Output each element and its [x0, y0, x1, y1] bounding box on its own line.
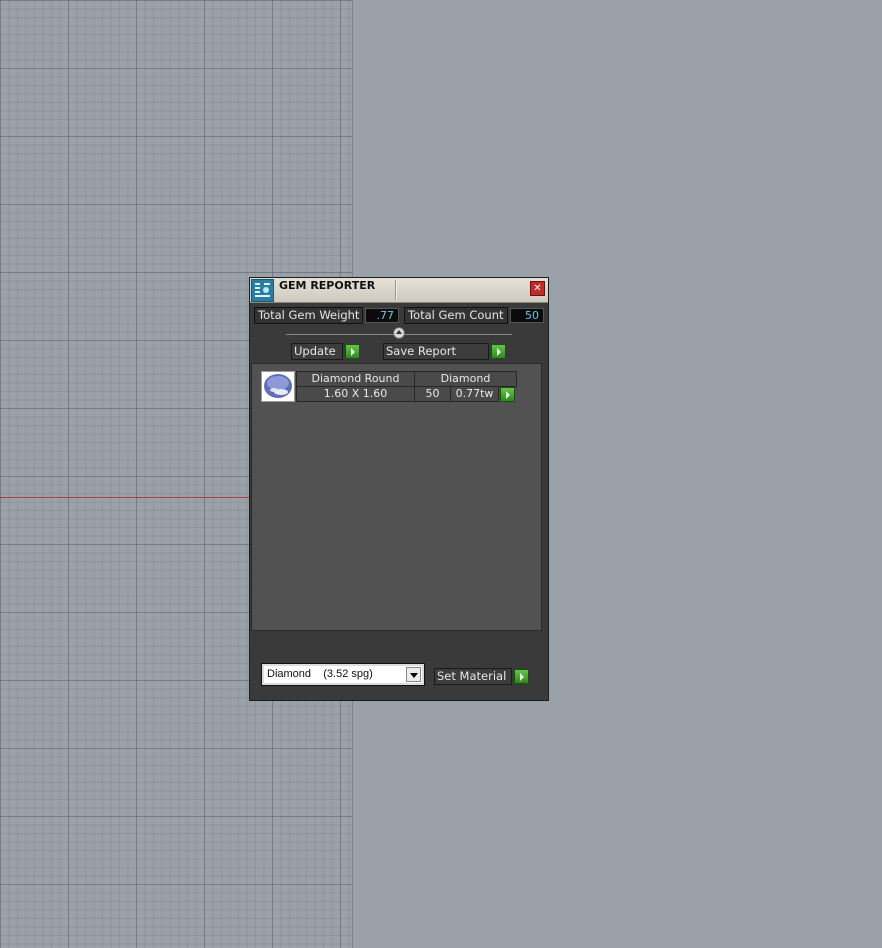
material-select[interactable]: Diamond (3.52 spg): [261, 663, 425, 686]
gem-row-go-icon[interactable]: [500, 387, 515, 402]
close-button[interactable]: ✕: [530, 281, 545, 296]
titlebar-divider: [395, 280, 397, 300]
window-title: GEM REPORTER: [279, 279, 376, 292]
window-titlebar[interactable]: GEM REPORTER ✕: [250, 278, 548, 303]
gem-reporter-app-icon: [251, 279, 274, 302]
gem-reporter-window: GEM REPORTER ✕ Total Gem Weight .77 Tota…: [249, 277, 549, 701]
gem-list: Diamond Round Diamond 1.60 X 1.60 50 0.7…: [251, 363, 542, 631]
update-go-icon[interactable]: [345, 344, 360, 359]
gem-size-cell[interactable]: 1.60 X 1.60: [296, 386, 415, 402]
gem-weight-cell[interactable]: 0.77tw: [450, 386, 499, 402]
material-select-value: Diamond (3.52 spg): [267, 668, 373, 680]
total-gem-weight-label: Total Gem Weight: [254, 307, 363, 324]
chevron-down-icon[interactable]: [406, 667, 421, 682]
update-button[interactable]: Update: [291, 343, 343, 360]
gem-material-cell[interactable]: Diamond: [414, 371, 517, 387]
gem-shape-cell[interactable]: Diamond Round: [296, 371, 415, 387]
collapse-slider-handle[interactable]: [393, 327, 405, 339]
total-gem-weight-value: .77: [365, 308, 399, 323]
set-material-go-icon[interactable]: [514, 669, 529, 684]
round-gem-icon[interactable]: [261, 371, 295, 402]
viewport-axis-line: [0, 497, 250, 498]
set-material-button[interactable]: Set Material: [434, 668, 512, 685]
total-gem-count-label: Total Gem Count: [404, 307, 508, 324]
save-report-go-icon[interactable]: [491, 344, 506, 359]
gem-count-cell[interactable]: 50: [414, 386, 451, 402]
total-gem-count-value: 50: [510, 308, 544, 323]
save-report-button[interactable]: Save Report: [383, 343, 489, 360]
